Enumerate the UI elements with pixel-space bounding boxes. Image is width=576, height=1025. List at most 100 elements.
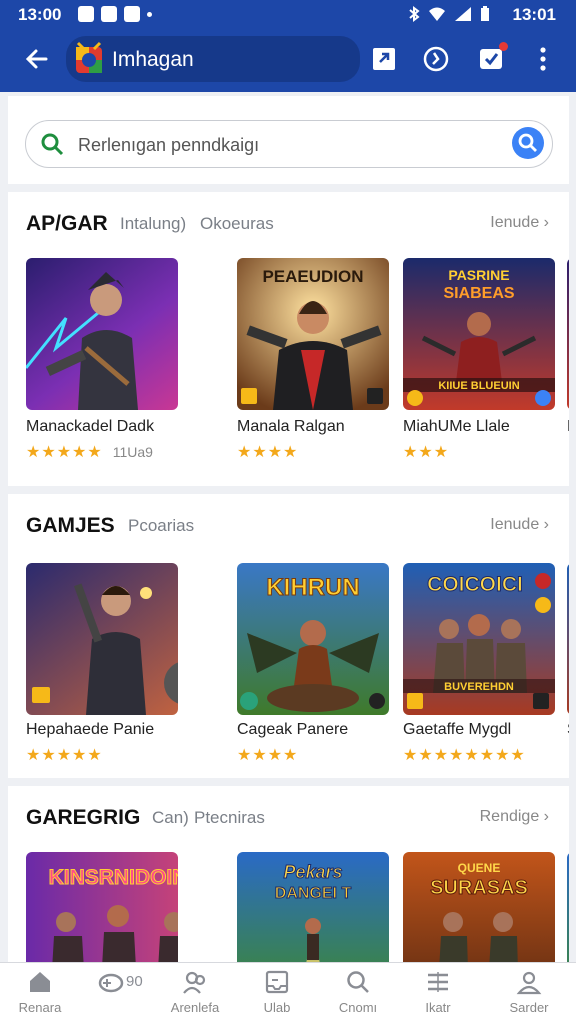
account-icon	[516, 971, 542, 995]
app-thumbnail: PEAEUDION	[237, 258, 389, 410]
thumb-title: QUENE	[458, 861, 501, 875]
section-title: AP/GAR	[26, 212, 108, 235]
nav-label: Ulab	[263, 1000, 291, 1015]
nav-count: 90	[126, 973, 143, 990]
thumb-title: COICOICI	[427, 573, 523, 596]
list-icon	[428, 972, 448, 992]
section-tab[interactable]: Okoeuras	[200, 214, 274, 234]
notification-badge	[499, 42, 508, 51]
nav-item-games[interactable]: 90	[80, 963, 160, 1025]
search-icon	[41, 133, 64, 156]
next-card-peek[interactable]	[567, 258, 569, 410]
game-thumbnail: KIHRUN	[237, 563, 389, 715]
section-tab[interactable]: Intalung)	[120, 214, 186, 234]
people-icon	[183, 971, 206, 994]
app-title: Imhagan	[112, 48, 194, 71]
notification-icon	[124, 6, 140, 22]
share-icon[interactable]	[369, 44, 399, 74]
rating-stars: ★★★	[403, 444, 450, 461]
see-more-link[interactable]: Ienude ›	[490, 516, 549, 534]
section-apps: AP/GAR Intalung) Okoeuras Ienude › Manac…	[8, 192, 569, 486]
app-logo-icon	[76, 41, 102, 73]
chevron-right-icon: ›	[543, 516, 549, 533]
nav-label: Renara	[18, 1000, 62, 1015]
next-card-peek[interactable]	[567, 563, 569, 715]
search-input[interactable]	[76, 129, 500, 161]
status-bar: 13:00 13:01	[0, 0, 576, 30]
app-thumbnail	[26, 258, 178, 410]
section-title: GAMJES	[26, 514, 115, 537]
rating-stars: ★★★★★	[26, 747, 103, 764]
nav-item-people[interactable]: Arenlefa	[155, 963, 235, 1025]
game-name: Cageak Panere	[237, 721, 349, 738]
status-time-left: 13:00	[18, 5, 62, 24]
voice-search-button[interactable]	[512, 127, 544, 159]
dot-icon	[147, 12, 152, 17]
rating-stars: ★★★★★ 11Ua9	[26, 442, 153, 462]
app-bar: Imhagan	[0, 30, 576, 92]
nav-label: Cnomı	[338, 1000, 378, 1015]
search-box[interactable]	[25, 120, 553, 168]
section-title: GAREGRIG	[26, 806, 141, 829]
next-card-peek[interactable]	[567, 852, 569, 962]
app-name: Manala Ralgan	[237, 418, 345, 435]
timer-icon[interactable]	[421, 44, 451, 74]
tasks-button[interactable]	[476, 42, 508, 74]
section-tab[interactable]: Can)	[152, 808, 189, 828]
see-more-link[interactable]: Ienude ›	[490, 214, 549, 232]
magnifier-icon	[518, 133, 537, 152]
game-thumbnail: COICOICI BUVEREHDN	[403, 563, 555, 715]
nav-item-list[interactable]: Ikatr	[398, 963, 478, 1025]
home-icon	[30, 972, 50, 992]
rating-stars: ★★★★	[237, 444, 299, 461]
nav-label: Sarder	[509, 1000, 549, 1015]
game-name: Gaetaffe Mygdl	[403, 721, 512, 738]
app-name: MiahUMe Llale	[403, 418, 510, 435]
game-name: Hepahaede Panie	[26, 721, 155, 738]
thumb-title: PEAEUDION	[262, 267, 363, 286]
search-card	[8, 96, 569, 184]
see-more-label: Rendige	[479, 808, 540, 825]
bottom-navigation: Renara 90 Arenlefa Ulab Cnomı Ikatr Sard…	[0, 962, 576, 1025]
title-pill[interactable]: Imhagan	[66, 36, 360, 82]
notification-icon	[101, 6, 117, 22]
rating-stars: ★★★★★★★★	[403, 747, 526, 764]
nav-label: Arenlefa	[170, 1000, 220, 1015]
app-thumbnail: PASRINE SIABEAS KIIUE BLUEUIN	[403, 258, 555, 410]
inbox-icon	[265, 970, 289, 994]
nav-item-inbox[interactable]: Ulab	[237, 963, 317, 1025]
section-games: GAMJES Pcoarias Ienude › Hepahaede Panie…	[8, 494, 569, 778]
notification-icon	[78, 6, 94, 22]
see-more-label: Ienude	[490, 516, 540, 533]
gamepad-icon	[98, 973, 124, 993]
thumb-title: PASRINE	[448, 267, 509, 283]
more-vert-icon[interactable]	[528, 44, 558, 74]
thumb-title: KINSRNIDOIN	[49, 866, 178, 889]
chevron-right-icon: ›	[543, 808, 549, 825]
nav-item-search[interactable]: Cnomı	[318, 963, 398, 1025]
thumb-title: SIABEAS	[443, 285, 514, 302]
star-icons: ★★★★★	[26, 444, 103, 461]
status-time-right: 13:01	[512, 5, 556, 24]
notification-icons	[78, 6, 152, 22]
app-name: Manackadel Dadk	[26, 418, 155, 435]
nav-item-account[interactable]: Sarder	[489, 963, 569, 1025]
wifi-icon	[429, 7, 445, 21]
see-more-link[interactable]: Rendige ›	[480, 808, 549, 826]
game-thumbnail: KINSRNIDOIN	[26, 852, 178, 962]
system-icons	[408, 6, 490, 22]
section-third: GAREGRIG Can) Ptecniras Rendige › KINSRN…	[8, 786, 569, 962]
next-card-name: S	[567, 721, 569, 739]
game-thumbnail: QUENE SURASAS	[403, 852, 555, 962]
section-tab[interactable]: Ptecniras	[194, 808, 265, 828]
game-thumbnail	[26, 563, 178, 715]
bluetooth-icon	[409, 6, 420, 22]
game-thumbnail: Pekars DANGEI T	[237, 852, 389, 962]
nav-item-home[interactable]: Renara	[0, 963, 80, 1025]
next-card-name: K	[567, 418, 569, 436]
see-more-label: Ienude	[490, 214, 540, 231]
section-tab[interactable]: Pcoarias	[128, 516, 194, 536]
signal-icon	[455, 7, 471, 21]
thumb-subtitle: SURASAS	[430, 877, 528, 899]
back-arrow-icon[interactable]	[22, 44, 52, 74]
